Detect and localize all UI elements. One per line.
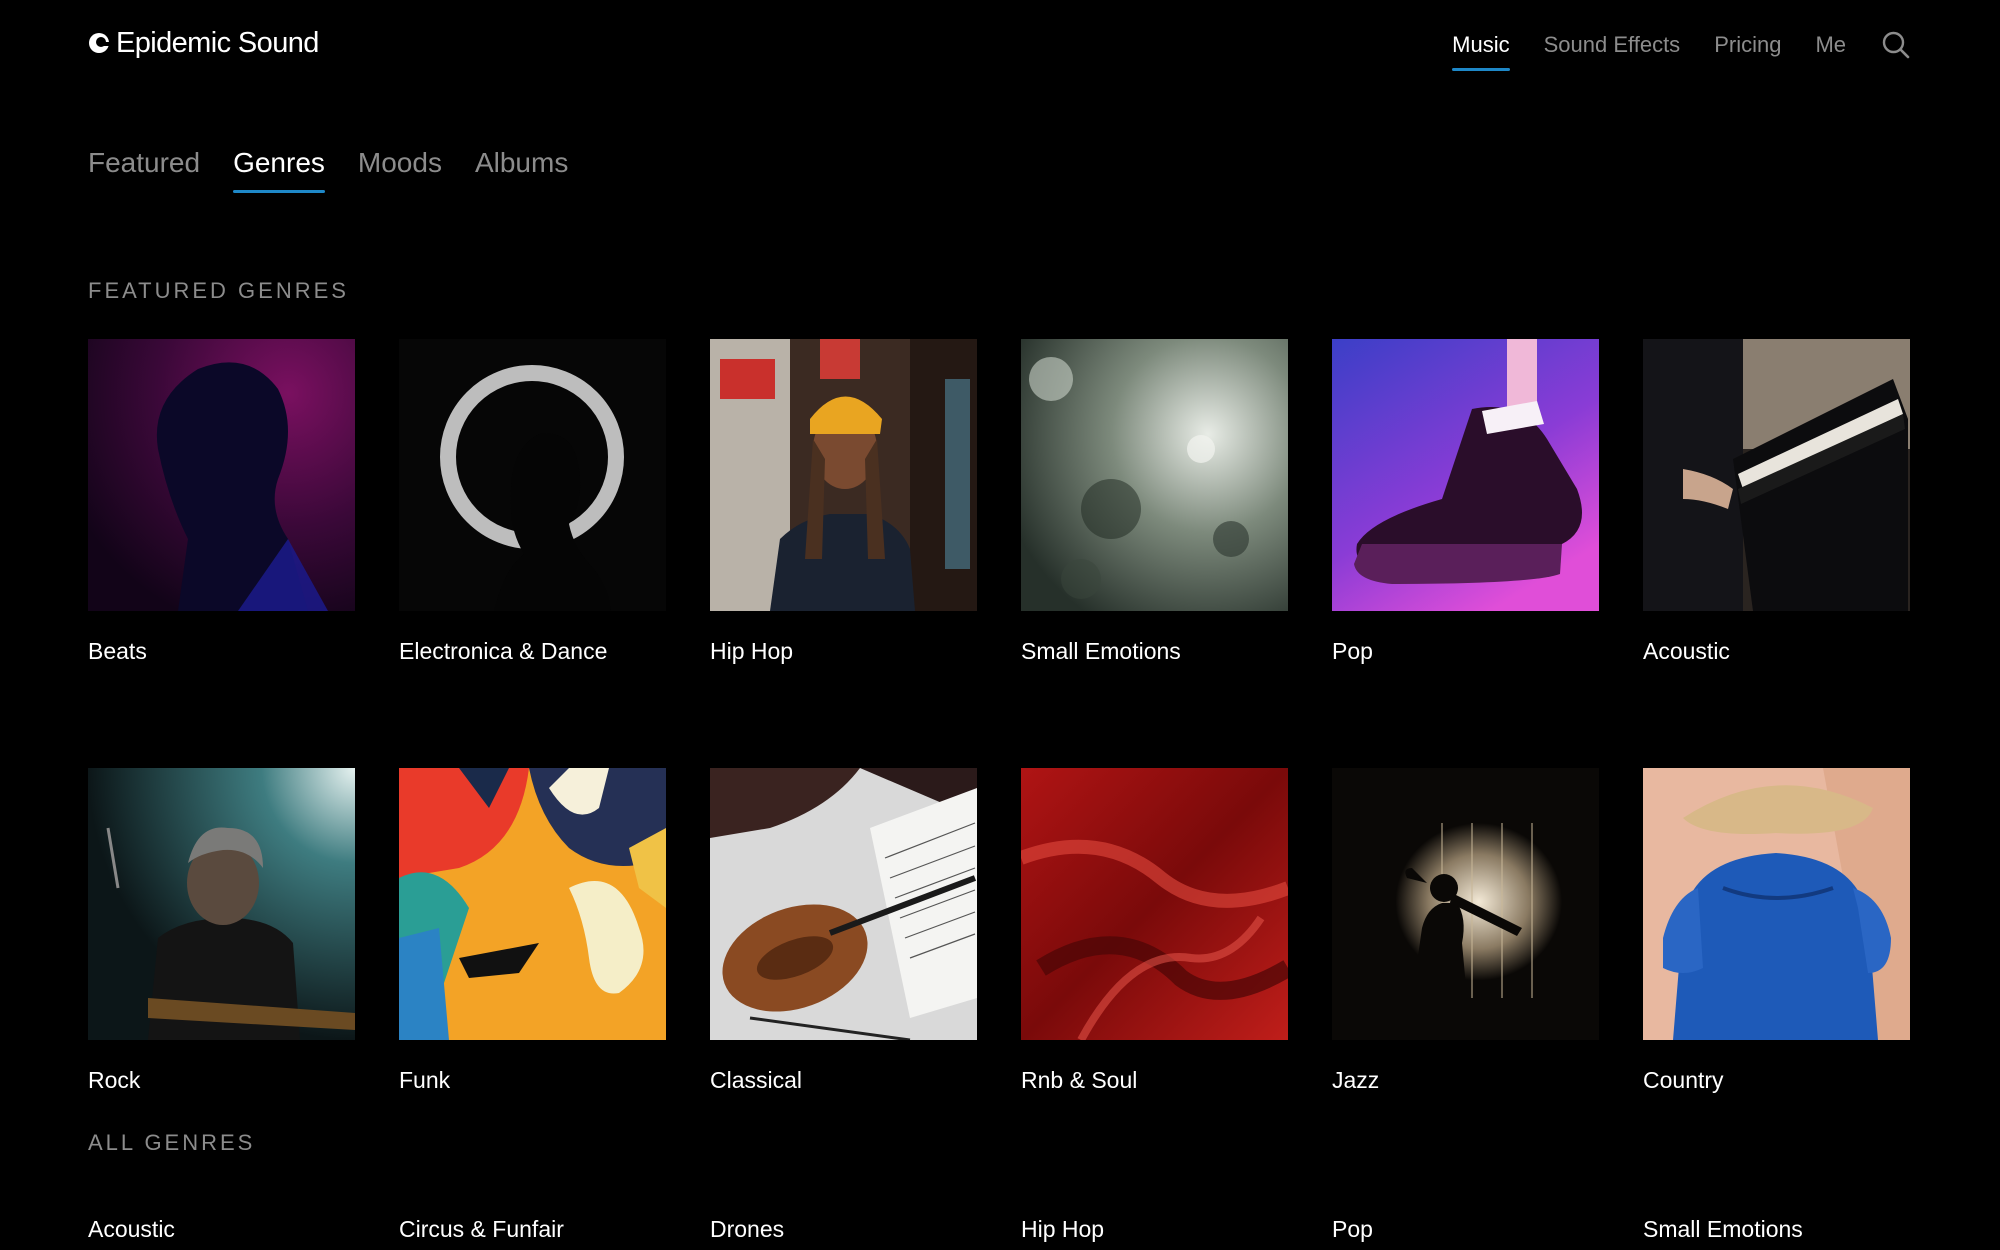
page: Epidemic Sound Music Sound Effects Prici… bbox=[0, 0, 2000, 1250]
genre-card-electronica-dance[interactable]: Electronica & Dance bbox=[399, 339, 666, 666]
genre-label: Hip Hop bbox=[710, 638, 794, 664]
all-genres-list: Acoustic Circus & Funfair Drones Hip Hop… bbox=[88, 1214, 1910, 1244]
nav-music[interactable]: Music bbox=[1452, 28, 1511, 71]
genre-card-beats[interactable]: Beats bbox=[88, 339, 355, 666]
all-genre-link[interactable]: Hip Hop bbox=[1021, 1214, 1288, 1244]
genre-image-classical bbox=[710, 768, 977, 1040]
brand-name: Epidemic Sound bbox=[116, 26, 319, 59]
all-genres-heading: ALL GENRES bbox=[88, 1130, 256, 1155]
genre-image-country bbox=[1643, 768, 1910, 1040]
genre-image-funk bbox=[399, 768, 666, 1040]
genre-label: Rnb & Soul bbox=[1021, 1067, 1138, 1093]
genre-image-rock bbox=[88, 768, 355, 1040]
tab-featured[interactable]: Featured bbox=[88, 143, 200, 183]
nav-me[interactable]: Me bbox=[1815, 28, 1846, 62]
music-tabs: Featured Genres Moods Albums bbox=[88, 143, 568, 193]
genre-label: Acoustic bbox=[1643, 638, 1730, 664]
all-genre-link[interactable]: Acoustic bbox=[88, 1214, 355, 1244]
all-genre-link[interactable]: Pop bbox=[1332, 1214, 1599, 1244]
all-genre-link[interactable]: Circus & Funfair bbox=[399, 1214, 666, 1244]
search-icon[interactable] bbox=[1880, 28, 1912, 62]
genre-label: Rock bbox=[88, 1067, 141, 1093]
tab-albums[interactable]: Albums bbox=[475, 143, 568, 183]
genre-image-beats bbox=[88, 339, 355, 611]
genre-label: Electronica & Dance bbox=[399, 638, 608, 664]
featured-genres-heading: FEATURED GENRES bbox=[88, 278, 349, 303]
all-genre-link[interactable]: Drones bbox=[710, 1214, 977, 1244]
genre-card-rock[interactable]: Rock bbox=[88, 768, 355, 1095]
genre-card-hip-hop[interactable]: Hip Hop bbox=[710, 339, 977, 666]
brand-logo[interactable]: Epidemic Sound bbox=[88, 26, 319, 60]
genre-card-small-emotions[interactable]: Small Emotions bbox=[1021, 339, 1288, 666]
epidemic-logo-icon bbox=[89, 33, 110, 53]
genre-image-hip-hop bbox=[710, 339, 977, 611]
genre-card-classical[interactable]: Classical bbox=[710, 768, 977, 1095]
genre-card-acoustic[interactable]: Acoustic bbox=[1643, 339, 1910, 666]
genre-label: Pop bbox=[1332, 638, 1373, 664]
tab-genres[interactable]: Genres bbox=[233, 143, 325, 193]
genre-label: Jazz bbox=[1332, 1067, 1380, 1093]
genre-image-acoustic bbox=[1643, 339, 1910, 611]
tab-moods[interactable]: Moods bbox=[358, 143, 442, 183]
genre-card-rnb-soul[interactable]: Rnb & Soul bbox=[1021, 768, 1288, 1095]
genre-label: Classical bbox=[710, 1067, 803, 1093]
genre-card-funk[interactable]: Funk bbox=[399, 768, 666, 1095]
genre-card-pop[interactable]: Pop bbox=[1332, 339, 1599, 666]
genre-label: Funk bbox=[399, 1067, 451, 1093]
genre-image-electronica-dance bbox=[399, 339, 666, 611]
nav-pricing[interactable]: Pricing bbox=[1714, 28, 1781, 62]
genre-image-rnb-soul bbox=[1021, 768, 1288, 1040]
genre-label: Country bbox=[1643, 1067, 1724, 1093]
genre-card-jazz[interactable]: Jazz bbox=[1332, 768, 1599, 1095]
genre-label: Small Emotions bbox=[1021, 638, 1181, 664]
featured-genres-grid: Beats Electronica & Dance Hip Hop Small … bbox=[88, 339, 1910, 1095]
nav-sound-effects[interactable]: Sound Effects bbox=[1544, 28, 1681, 62]
genre-card-country[interactable]: Country bbox=[1643, 768, 1910, 1095]
genre-image-small-emotions bbox=[1021, 339, 1288, 611]
genre-label: Beats bbox=[88, 638, 147, 664]
genre-image-pop bbox=[1332, 339, 1599, 611]
top-navigation: Music Sound Effects Pricing Me bbox=[1452, 28, 1912, 71]
genre-image-jazz bbox=[1332, 768, 1599, 1040]
all-genre-link[interactable]: Small Emotions bbox=[1643, 1214, 1910, 1244]
